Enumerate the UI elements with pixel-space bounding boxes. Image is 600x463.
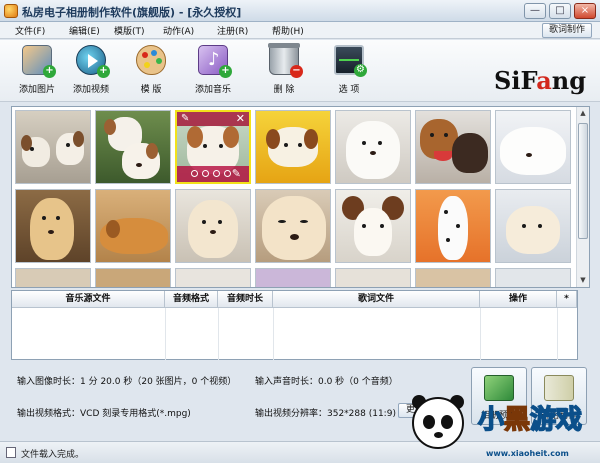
- document-icon: [6, 447, 16, 458]
- add-music-icon: ♪ +: [198, 45, 232, 78]
- trash-icon: −: [268, 43, 303, 78]
- video-resolution-info: 输出视频分辨率：352*288 (11:9): [255, 409, 396, 419]
- scroll-up-icon[interactable]: ▲: [577, 107, 589, 120]
- image-thumb[interactable]: [415, 189, 491, 263]
- add-video-button[interactable]: + 添加视频: [64, 45, 118, 99]
- image-thumb[interactable]: [255, 110, 331, 184]
- menu-file[interactable]: 文件(F): [15, 24, 45, 37]
- close-button[interactable]: ×: [574, 3, 596, 19]
- menu-register[interactable]: 注册(R): [217, 24, 248, 37]
- image-thumb[interactable]: [335, 110, 411, 184]
- image-thumb[interactable]: [495, 110, 571, 184]
- delete-button[interactable]: − 删 除: [257, 43, 311, 99]
- window-title: 私房电子相册制作软件(旗舰版) - [永久授权]: [22, 6, 242, 19]
- close-icon[interactable]: ✕: [236, 112, 245, 125]
- col-lyrics-file[interactable]: 歌词文件: [273, 291, 480, 308]
- menu-edit[interactable]: 编辑(E): [69, 24, 100, 37]
- watermark-url: www.xiaoheit.com: [486, 449, 569, 458]
- col-audio-format[interactable]: 音频格式: [165, 291, 218, 308]
- video-format-info: 输出视频格式：VCD 刻录专用格式(*.mpg): [17, 409, 191, 419]
- maximize-button[interactable]: □: [549, 3, 571, 19]
- status-text: 文件载入完成。: [21, 450, 85, 460]
- image-thumb-selected[interactable]: ✎ ✕ ✎: [175, 110, 251, 184]
- audio-duration-info: 输入声音时长：0.0 秒（0 个音频）: [255, 377, 398, 387]
- watermark: 小黑游戏 www.xiaoheit.com: [408, 395, 600, 463]
- add-image-button[interactable]: + 添加图片: [10, 45, 64, 99]
- brand-logo: SiFang: [494, 66, 586, 95]
- menu-action[interactable]: 动作(A): [163, 24, 194, 37]
- image-thumb[interactable]: [175, 189, 251, 263]
- col-audio-duration[interactable]: 音频时长: [218, 291, 273, 308]
- image-thumb[interactable]: [415, 110, 491, 184]
- scroll-thumb[interactable]: [578, 123, 588, 239]
- title-bar: 私房电子相册制作软件(旗舰版) - [永久授权] — □ ×: [0, 0, 600, 22]
- edit-effect-icon[interactable]: ✎: [232, 167, 241, 180]
- template-button[interactable]: 模 版: [124, 45, 178, 99]
- image-thumb[interactable]: [15, 268, 91, 287]
- col-music-source[interactable]: 音乐源文件: [12, 291, 165, 308]
- image-thumb[interactable]: [335, 189, 411, 263]
- options-icon: ⚙: [334, 45, 367, 77]
- image-thumb[interactable]: [495, 189, 571, 263]
- image-thumb[interactable]: [255, 189, 331, 263]
- image-thumb[interactable]: [415, 268, 491, 287]
- effect-dots-icon[interactable]: [191, 170, 231, 177]
- image-thumb[interactable]: [335, 268, 411, 287]
- grid-scrollbar[interactable]: ▲ ▼: [576, 107, 589, 287]
- menu-bar: 文件(F) 编辑(E) 模版(T) 动作(A) 注册(R) 帮助(H) 歌词制作: [0, 22, 600, 39]
- palette-icon: [136, 45, 166, 75]
- lyrics-button[interactable]: 歌词制作: [541, 23, 592, 38]
- panda-icon: [412, 397, 464, 449]
- image-thumb[interactable]: [95, 189, 171, 263]
- scroll-down-icon[interactable]: ▼: [577, 274, 589, 287]
- options-button[interactable]: ⚙ 选 项: [322, 45, 376, 99]
- add-music-button[interactable]: ♪ + 添加音乐: [186, 45, 240, 99]
- minimize-button[interactable]: —: [524, 3, 546, 19]
- image-thumb[interactable]: [495, 268, 571, 287]
- add-video-icon: +: [76, 45, 110, 78]
- add-image-icon: +: [22, 45, 56, 78]
- music-table: 音乐源文件 音频格式 音频时长 歌词文件 操作 *: [11, 290, 578, 360]
- menu-help[interactable]: 帮助(H): [272, 24, 304, 37]
- image-thumb[interactable]: [15, 189, 91, 263]
- image-thumb[interactable]: [175, 268, 251, 287]
- image-duration-info: 输入图像时长：1 分 20.0 秒（20 张图片，0 个视频）: [17, 377, 237, 387]
- image-thumb[interactable]: [15, 110, 91, 184]
- image-thumb[interactable]: [255, 268, 331, 287]
- pencil-icon[interactable]: ✎: [181, 113, 189, 124]
- image-grid[interactable]: ✎ ✕ ✎ ▲ ▼: [11, 106, 590, 288]
- app-logo-icon: [4, 4, 18, 18]
- menu-template[interactable]: 模版(T): [114, 24, 145, 37]
- col-star[interactable]: *: [557, 291, 577, 308]
- col-operation[interactable]: 操作: [480, 291, 557, 308]
- image-thumb[interactable]: [95, 110, 171, 184]
- image-thumb[interactable]: [95, 268, 171, 287]
